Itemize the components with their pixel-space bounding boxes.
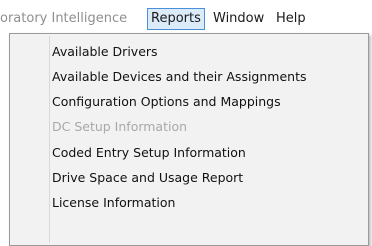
menu-item-dc-setup-information: DC Setup Information bbox=[52, 119, 188, 134]
menu-item-license-information[interactable]: License Information bbox=[52, 191, 175, 215]
menu-help[interactable]: Help bbox=[276, 8, 306, 30]
menu-item-configuration-options[interactable]: Configuration Options and Mappings bbox=[52, 90, 281, 114]
menu-item-coded-entry-setup[interactable]: Coded Entry Setup Information bbox=[52, 141, 246, 165]
menu-item-available-drivers[interactable]: Available Drivers bbox=[52, 40, 158, 64]
menu-bar: oratory Intelligence Reports Window Help bbox=[0, 0, 372, 34]
menu-icon-gutter bbox=[49, 36, 50, 243]
menu-laboratory-intelligence[interactable]: oratory Intelligence bbox=[0, 8, 127, 30]
menu-reports[interactable]: Reports bbox=[147, 8, 205, 30]
menu-window[interactable]: Window bbox=[213, 8, 264, 30]
menu-item-drive-space-usage[interactable]: Drive Space and Usage Report bbox=[52, 166, 243, 190]
menu-item-available-devices[interactable]: Available Devices and their Assignments bbox=[52, 65, 307, 89]
